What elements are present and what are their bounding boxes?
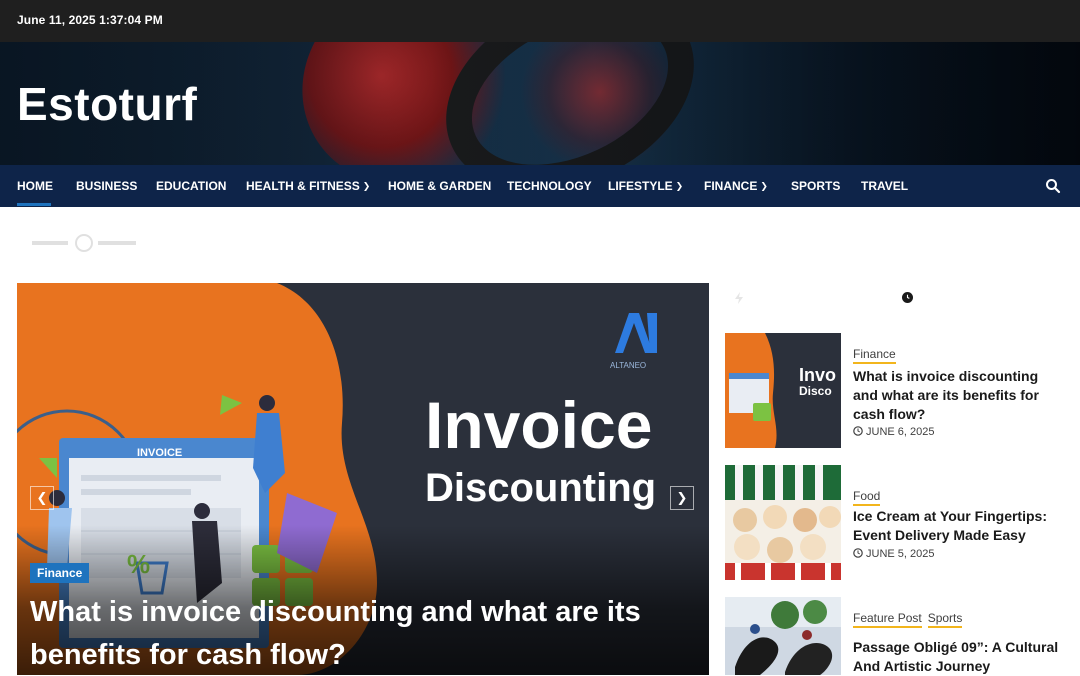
nav-item-sports[interactable]: SPORTS [791,179,840,193]
faint-logo-image [32,234,136,252]
clock-icon [853,548,863,558]
post-categories: Finance [853,345,902,364]
nav-item-home-garden[interactable]: HOME & GARDEN [388,179,491,193]
post-category[interactable]: Finance [853,347,896,364]
post-category[interactable]: Feature Post [853,611,922,628]
chevron-down-icon: ❯ [760,181,768,191]
post-categories: Food [853,487,886,506]
chevron-left-icon: ❮ [36,490,48,505]
post-title[interactable]: Passage Obligé 09”: A Cultural And Artis… [853,638,1063,676]
site-header: Estoturf [0,42,1080,165]
nav-item-technology[interactable]: TECHNOLOGY [507,179,592,193]
post-thumbnail[interactable] [725,597,841,675]
clock-icon[interactable] [902,292,913,303]
current-datetime: June 11, 2025 1:37:04 PM [17,13,163,27]
post-category[interactable]: Food [853,489,881,506]
hero-brand-text: ALTANEO [610,361,646,370]
clock-icon [853,426,863,436]
post-category[interactable]: Sports [927,611,963,628]
post-date: JUNE 5, 2025 [853,548,934,560]
search-icon[interactable] [1045,178,1061,194]
slider-next-button[interactable]: ❯ [670,486,694,510]
post-thumbnail[interactable] [725,465,841,580]
nav-active-indicator [17,203,51,206]
invoice-form-label: INVOICE [137,447,182,459]
slider-prev-button[interactable]: ❮ [30,486,54,510]
svg-text:Disco: Disco [799,384,832,398]
nav-item-business[interactable]: BUSINESS [76,179,137,193]
site-title[interactable]: Estoturf [17,77,197,131]
hero-post-title[interactable]: What is invoice discounting and what are… [30,591,690,675]
nav-item-lifestyle[interactable]: LIFESTYLE ❯ [608,179,683,193]
top-bar: June 11, 2025 1:37:04 PM [0,0,1080,42]
chevron-right-icon: ❯ [676,490,688,505]
hero-image-heading: Invoice [425,388,652,462]
hero-image-subheading: Discounting [425,466,656,510]
post-thumbnail[interactable]: Invo Disco [725,333,841,448]
sidebar-post-1: Invo Disco Finance What is invoice disco… [725,333,1080,448]
nav-item-finance[interactable]: FINANCE ❯ [704,179,768,193]
chevron-down-icon: ❯ [362,181,371,191]
featured-slider[interactable]: INVOICE % ALTANEO Invoice Discounting ❮ … [17,283,709,675]
nav-item-home[interactable]: HOME [17,179,53,193]
nav-item-travel[interactable]: TRAVEL [861,179,908,193]
chevron-down-icon: ❯ [675,181,684,191]
bolt-icon[interactable] [733,292,745,304]
nav-item-health-fitness[interactable]: HEALTH & FITNESS ❯ [246,179,370,193]
post-categories: Feature Post Sports [853,609,968,628]
sidebar-post-2: Food Ice Cream at Your Fingertips: Event… [725,465,1080,580]
hero-category-badge[interactable]: Finance [30,563,90,583]
nav-item-education[interactable]: EDUCATION [156,179,226,193]
sidebar-post-3: Feature Post Sports Passage Obligé 09”: A… [725,597,1080,675]
post-title[interactable]: What is invoice discounting and what are… [853,367,1063,424]
post-title[interactable]: Ice Cream at Your Fingertips: Event Deli… [853,507,1063,545]
svg-text:Invo: Invo [799,365,836,385]
post-date: JUNE 6, 2025 [853,426,934,438]
main-navigation: HOME BUSINESS EDUCATION HEALTH & FITNESS… [0,165,1080,207]
